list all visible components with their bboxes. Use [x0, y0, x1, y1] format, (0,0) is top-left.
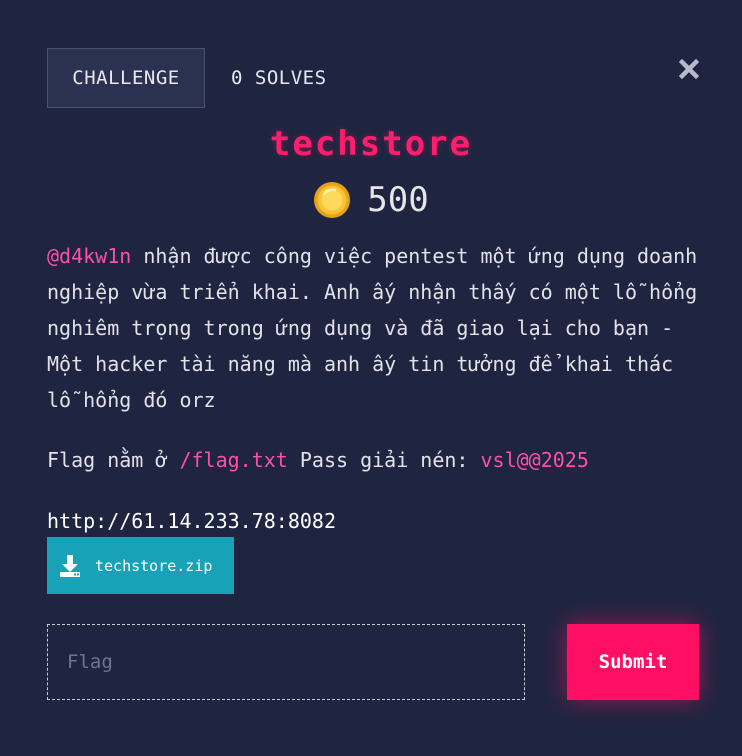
description-text: nhận được công việc pentest một ứng dụng…	[47, 244, 698, 412]
archive-password: vsl@@2025	[480, 448, 589, 472]
challenge-url: http://61.14.233.78:8082	[47, 509, 336, 533]
flag-path: /flag.txt	[179, 448, 288, 472]
author-mention[interactable]: @d4kw1n	[47, 244, 131, 268]
challenge-description: @d4kw1n nhận được công việc pentest một …	[47, 238, 707, 418]
challenge-title: techstore	[269, 124, 473, 164]
close-button[interactable]	[678, 58, 700, 80]
challenge-modal: CHALLENGE 0 SOLVES techstore 500 @d4kw1n…	[0, 0, 742, 756]
close-icon	[678, 58, 700, 80]
challenge-points: 500	[0, 180, 742, 220]
flag-info-middle: Pass giải nén:	[287, 448, 481, 472]
download-icon	[60, 554, 80, 577]
submit-button[interactable]: Submit	[567, 624, 699, 700]
coin-icon	[314, 182, 351, 218]
tab-challenge[interactable]: CHALLENGE	[47, 48, 205, 108]
tab-solves[interactable]: 0 SOLVES	[205, 48, 353, 108]
flag-location-info: Flag nằm ở /flag.txt Pass giải nén: vsl@…	[47, 442, 589, 478]
flag-info-prefix: Flag nằm ở	[47, 448, 180, 472]
download-file-button[interactable]: techstore.zip	[47, 537, 234, 594]
points-value: 500	[367, 180, 429, 220]
modal-tabs: CHALLENGE 0 SOLVES	[47, 48, 353, 108]
flag-input[interactable]	[47, 624, 525, 700]
download-file-label: techstore.zip	[95, 556, 213, 575]
